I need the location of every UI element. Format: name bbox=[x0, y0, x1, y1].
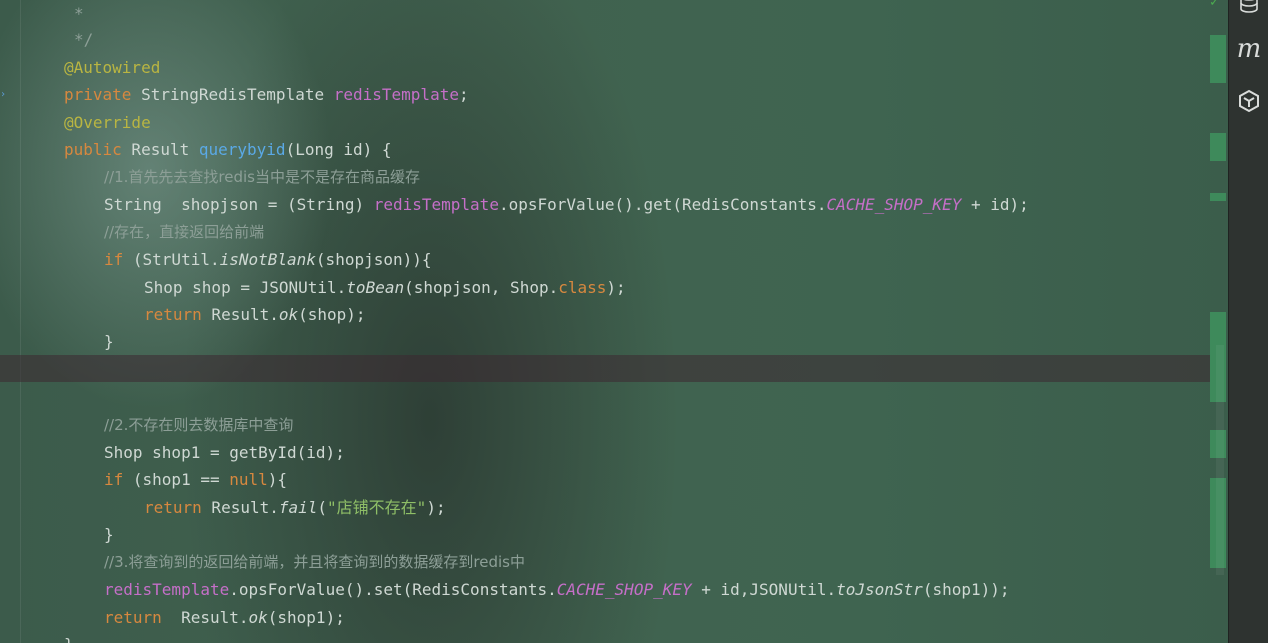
code-text: (shop1)); bbox=[922, 580, 1010, 599]
code-text: String shopjson = (String) bbox=[104, 195, 374, 214]
static-method: isNotBlank bbox=[219, 250, 316, 269]
static-method: ok bbox=[278, 305, 299, 324]
code-text: + id,JSONUtil. bbox=[691, 580, 837, 599]
ai-assistant-icon[interactable] bbox=[1229, 88, 1268, 118]
code-line-10: if (StrUtil.isNotBlank(shopjson)){ bbox=[104, 246, 432, 273]
annotation-override: @Override bbox=[64, 113, 151, 132]
code-line-1: * bbox=[74, 0, 84, 27]
code-line-17: return Result.fail("店铺不存在"); bbox=[144, 494, 446, 521]
keyword: public bbox=[64, 140, 122, 159]
constant-name: CACHE_SHOP_KEY bbox=[826, 195, 962, 214]
code-text: .opsForValue().get(RedisConstants. bbox=[498, 195, 827, 214]
punctuation: ; bbox=[458, 85, 469, 104]
constant-name: CACHE_SHOP_KEY bbox=[556, 580, 692, 599]
code-text: Result. bbox=[201, 305, 279, 324]
comment: //1.首先先去查找redis当中是不是存在商品缓存 bbox=[104, 168, 420, 186]
vertical-scrollbar[interactable] bbox=[1216, 345, 1224, 575]
code-text: .opsForValue().set(RedisConstants. bbox=[229, 580, 557, 599]
code-text: Result. bbox=[161, 608, 249, 627]
code-text: Shop shop1 = getById(id); bbox=[104, 443, 345, 462]
code-line-20: redisTemplate.opsForValue().set(RedisCon… bbox=[104, 576, 1010, 603]
field-name: redisTemplate bbox=[333, 85, 459, 104]
static-method: toBean bbox=[346, 278, 405, 297]
params: (Long id) { bbox=[285, 140, 392, 159]
code-line-15: Shop shop1 = getById(id); bbox=[104, 439, 345, 466]
code-line-16: if (shop1 == null){ bbox=[104, 466, 287, 493]
gutter-divider bbox=[20, 0, 21, 643]
type-name: StringRedisTemplate bbox=[131, 85, 334, 104]
keyword: if bbox=[104, 470, 124, 489]
comment: //2.不存在则去数据库中查询 bbox=[104, 416, 294, 434]
static-method: toJsonStr bbox=[836, 580, 923, 599]
comment: //3.将查询到的返回给前端，并且将查询到的数据缓存到redis中 bbox=[104, 553, 525, 571]
doc-comment-end: */ bbox=[74, 30, 94, 49]
maven-icon[interactable]: m bbox=[1229, 34, 1268, 64]
keyword: return bbox=[144, 305, 202, 324]
code-line-4: private StringRedisTemplate redisTemplat… bbox=[64, 81, 469, 108]
code-line-5: @Override bbox=[64, 109, 151, 136]
brace: } bbox=[104, 332, 114, 351]
maven-icon-label: m bbox=[1236, 34, 1262, 64]
right-tool-strip: m bbox=[1228, 0, 1268, 643]
method-name: querybyid bbox=[198, 140, 286, 159]
code-line-11: Shop shop = JSONUtil.toBean(shopjson, Sh… bbox=[144, 274, 626, 301]
code-text: (shop1); bbox=[267, 608, 345, 627]
change-marker[interactable] bbox=[1210, 193, 1226, 201]
code-text: ( bbox=[317, 498, 328, 517]
current-line-highlight bbox=[0, 355, 1210, 382]
string-literal: "店铺不存在" bbox=[327, 498, 427, 517]
code-line-12: return Result.ok(shop); bbox=[144, 301, 366, 328]
static-method: ok bbox=[248, 608, 268, 627]
code-line-19: //3.将查询到的返回给前端，并且将查询到的数据缓存到redis中 bbox=[104, 548, 525, 575]
code-text: (shopjson, Shop. bbox=[404, 278, 559, 297]
code-text: Shop shop = JSONUtil. bbox=[144, 278, 347, 297]
code-text: (StrUtil. bbox=[123, 250, 220, 269]
code-text: (shopjson)){ bbox=[315, 250, 432, 269]
field-name: redisTemplate bbox=[104, 580, 230, 599]
breakpoint-hint-icon[interactable]: › bbox=[0, 90, 6, 100]
code-line-13: } bbox=[104, 328, 114, 355]
code-line-18: } bbox=[104, 521, 114, 548]
keyword: if bbox=[104, 250, 124, 269]
brace: } bbox=[64, 635, 74, 643]
code-line-7: //1.首先先去查找redis当中是不是存在商品缓存 bbox=[104, 163, 420, 190]
code-text: (shop1 == bbox=[123, 470, 230, 489]
code-line-2: */ bbox=[74, 26, 93, 53]
code-line-14: //2.不存在则去数据库中查询 bbox=[104, 411, 293, 438]
code-text: ){ bbox=[267, 470, 288, 489]
code-line-8: String shopjson = (String) redisTemplate… bbox=[104, 191, 1029, 218]
field-name: redisTemplate bbox=[373, 195, 499, 214]
code-editor[interactable]: › * */ @Autowired private StringRedisTem… bbox=[0, 0, 1228, 643]
code-text: ); bbox=[606, 278, 626, 297]
doc-comment: * bbox=[74, 4, 84, 23]
keyword: return bbox=[144, 498, 202, 517]
keyword: private bbox=[64, 85, 132, 104]
keyword: return bbox=[104, 608, 162, 627]
code-line-9: //存在，直接返回给前端 bbox=[104, 218, 264, 245]
code-text: (shop); bbox=[298, 305, 366, 324]
brace: } bbox=[104, 525, 114, 544]
static-method: fail bbox=[278, 498, 318, 517]
keyword-null: null bbox=[229, 470, 268, 489]
code-line-3: @Autowired bbox=[64, 54, 160, 81]
code-text: + id); bbox=[961, 195, 1029, 214]
type-name: Result bbox=[121, 140, 199, 159]
code-text: ); bbox=[426, 498, 446, 517]
code-text: Result. bbox=[201, 498, 279, 517]
annotation-autowired: @Autowired bbox=[64, 58, 161, 77]
change-marker[interactable] bbox=[1210, 133, 1226, 161]
code-line-21: return Result.ok(shop1); bbox=[104, 604, 345, 631]
keyword: class bbox=[558, 278, 607, 297]
code-line-6: public Result querybyid(Long id) { bbox=[64, 136, 392, 163]
comment: //存在，直接返回给前端 bbox=[104, 223, 265, 241]
change-marker[interactable] bbox=[1210, 35, 1226, 83]
code-line-22: } bbox=[64, 631, 74, 643]
database-icon[interactable] bbox=[1229, 0, 1268, 16]
